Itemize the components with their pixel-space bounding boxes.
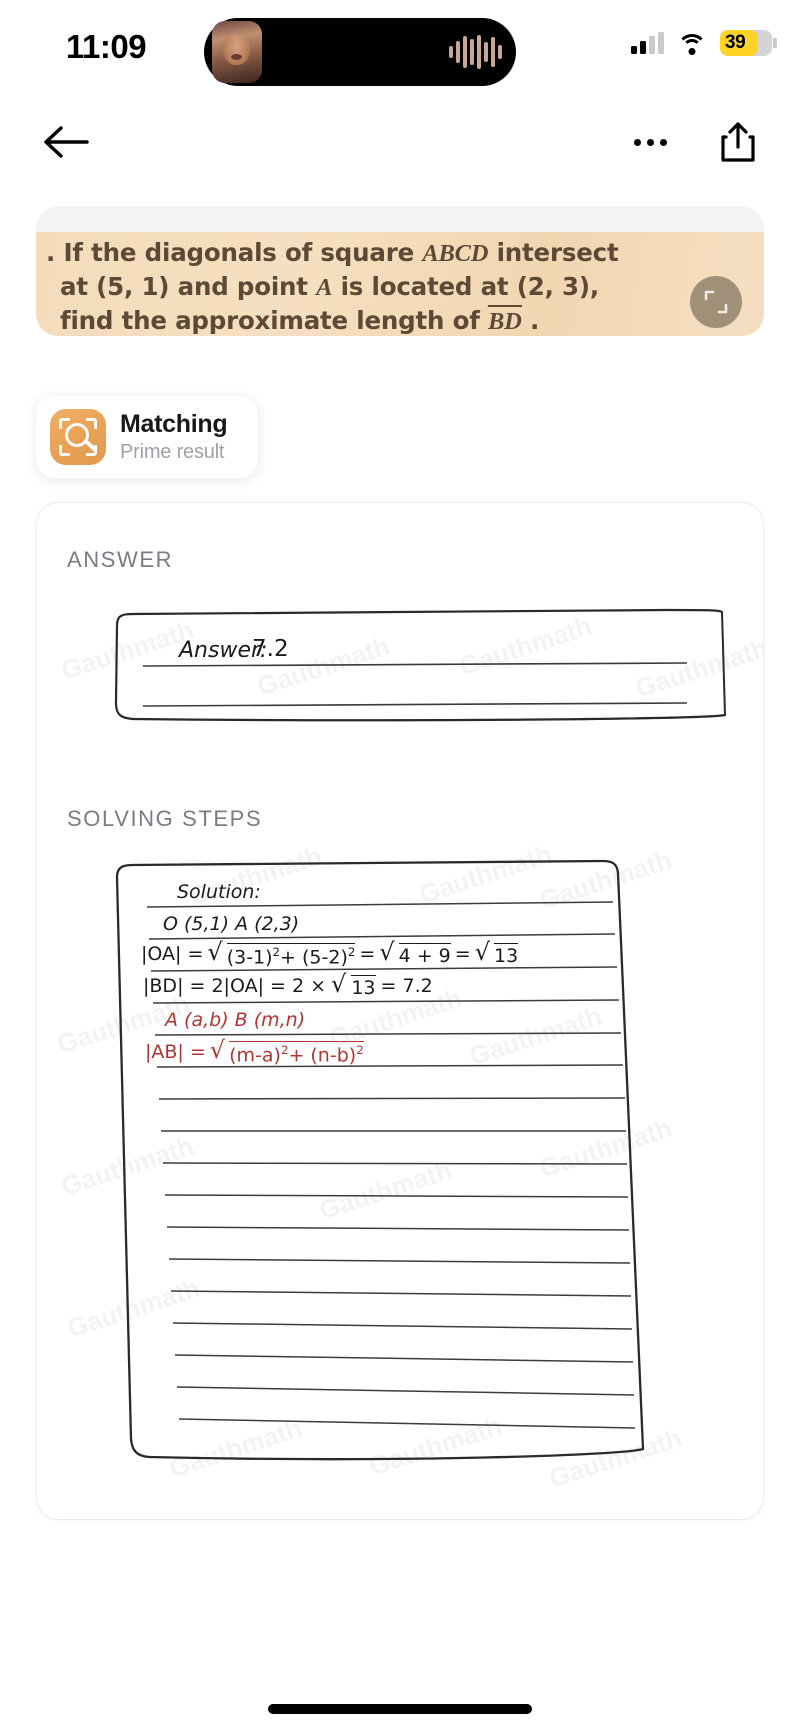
question-line2-b: A [316, 274, 333, 301]
question-line-3: find the approximate length of BD . [46, 304, 764, 336]
share-icon[interactable] [710, 114, 766, 170]
question-line3-a: find the approximate length of [60, 306, 489, 335]
battery-percent: 39 [725, 32, 746, 53]
step-bd-lhs: |BD| = 2|OA| = 2 × [143, 975, 327, 997]
question-line2-c: is located at (2, 3), [332, 272, 600, 301]
navigation-bar [0, 104, 800, 188]
solution-step-red-points: A (a,b) B (m,n) [165, 1009, 306, 1031]
step-oa-equals-1: = [359, 943, 376, 965]
matching-title: Matching [120, 410, 228, 438]
step-red-radicand: (m-a)2+ (n-b)2 [229, 1041, 364, 1067]
question-line2-a: at (5, 1) and point [60, 272, 317, 301]
dynamic-island[interactable] [204, 18, 516, 86]
answer-handwritten-box [114, 608, 727, 722]
step-oa-radicand-3: 13 [494, 943, 519, 967]
matching-subtitle: Prime result [120, 441, 225, 463]
question-photo: . If the diagonals of square ABCD inters… [36, 232, 764, 336]
result-card: ANSWER Gauthmath Gauthmath Gauthmath Gau… [36, 502, 764, 1520]
solution-step-points: O (5,1) A (2,3) [163, 913, 300, 935]
question-line1-b: ABCD [422, 240, 489, 267]
question-line-2: at (5, 1) and point A is located at (2, … [46, 270, 764, 304]
step-oa-radicand-2: 4 + 9 [398, 943, 451, 967]
wifi-icon [677, 32, 707, 55]
step-bd-result: = 7.2 [380, 975, 433, 997]
step-oa-lhs: |OA| = [141, 943, 204, 965]
audio-waveform-icon [449, 35, 502, 69]
status-bar: 11:09 39 [0, 0, 800, 104]
question-line1-a: If the diagonals of square [63, 238, 423, 267]
expand-fullscreen-icon[interactable] [690, 276, 742, 328]
step-oa-equals-2: = [454, 943, 471, 965]
step-oa-radicand-1: (3-1)2+ (5-2)2 [226, 943, 356, 969]
status-indicators: 39 [631, 30, 777, 56]
cellular-signal-icon [631, 32, 664, 54]
step-bd-radicand: 13 [351, 975, 376, 999]
answer-value: 7.2 [252, 636, 289, 662]
solution-step-oa: |OA| = √ (3-1)2+ (5-2)2 = √ 4 + 9 = √ 13 [141, 938, 519, 969]
call-avatar [212, 21, 262, 83]
question-bullet: . [46, 238, 56, 267]
question-line3-b: BD [488, 305, 522, 335]
solution-step-red-formula: |AB| = √ (m-a)2+ (n-b)2 [145, 1036, 364, 1067]
status-time: 11:09 [66, 28, 147, 65]
question-line1-c: intersect [488, 238, 619, 267]
solution-step-bd: |BD| = 2|OA| = 2 × √ 13 = 7.2 [143, 970, 433, 999]
scan-search-icon [50, 409, 106, 465]
steps-section-label: SOLVING STEPS [67, 806, 263, 831]
question-line-1: . If the diagonals of square ABCD inters… [46, 236, 764, 270]
step-red-lhs: |AB| = [145, 1041, 206, 1063]
back-arrow-icon[interactable] [38, 114, 94, 170]
home-indicator [268, 1704, 532, 1714]
more-options-icon[interactable] [622, 114, 678, 170]
matching-badge-card[interactable]: Matching Prime result [36, 396, 258, 478]
question-line3-c: . [521, 306, 540, 335]
solution-title: Solution: [177, 881, 261, 903]
question-image-card[interactable]: . If the diagonals of square ABCD inters… [36, 206, 764, 336]
matching-text: Matching Prime result [120, 409, 228, 465]
answer-section-label: ANSWER [67, 547, 174, 572]
app-root: 11:09 39 . If the diagonals of square AB… [0, 0, 800, 1734]
battery-icon: 39 [720, 30, 777, 56]
